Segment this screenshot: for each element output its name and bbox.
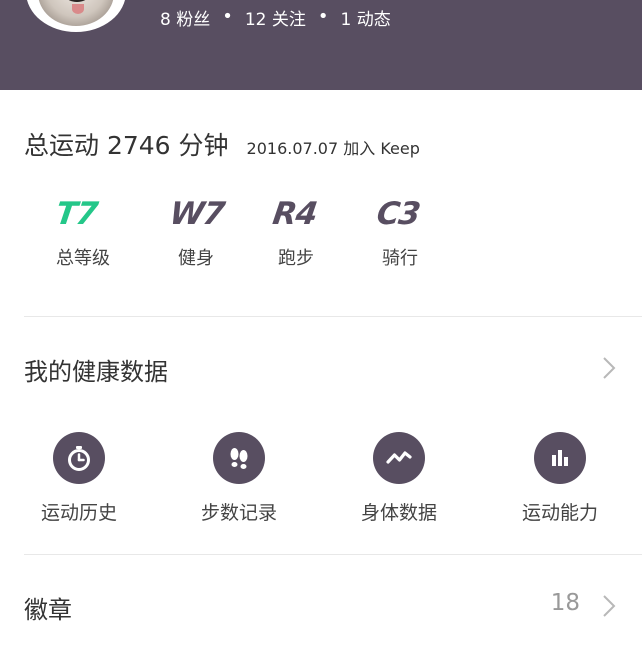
level-name: 骑行: [382, 248, 418, 269]
level-code: R4: [270, 196, 319, 232]
level-name: 跑步: [278, 248, 314, 269]
posts-count[interactable]: 1 动态: [341, 5, 391, 30]
level-total[interactable]: T7 总等级: [40, 194, 144, 270]
bar-chart-icon: [534, 432, 586, 484]
divider: [24, 316, 642, 317]
health-item-label: 运动历史: [40, 502, 117, 524]
profile-header: 8 粉丝 • 12 关注 • 1 动态: [0, 0, 642, 90]
health-item-label: 步数记录: [200, 502, 277, 524]
stopwatch-icon: [53, 432, 105, 484]
stats-separator: •: [222, 6, 233, 27]
level-cycling[interactable]: C3 骑行: [351, 194, 455, 270]
health-data-grid: 运动历史 步数记录 身体数据 运动能力: [24, 432, 642, 532]
badges-title[interactable]: 徽章: [24, 590, 72, 625]
footprints-icon: [213, 432, 265, 484]
chevron-right-icon[interactable]: [602, 356, 616, 380]
level-list: T7 总等级 W7 健身 R4 跑步 C3 骑行: [40, 194, 455, 270]
profile-stats: 8 粉丝 • 12 关注 • 1 动态: [160, 4, 391, 30]
chevron-right-icon[interactable]: [602, 594, 616, 618]
exercise-summary: 总运动 2746 分钟 2016.07.07 加入 Keep: [24, 126, 420, 162]
health-item-exercise-ability[interactable]: 运动能力: [505, 432, 615, 525]
total-exercise-time: 总运动 2746 分钟: [24, 131, 229, 160]
level-name: 总等级: [56, 248, 110, 269]
divider: [24, 554, 642, 555]
level-code: W7: [167, 196, 227, 232]
stats-separator: •: [317, 6, 329, 27]
join-date: 2016.07.07 加入 Keep: [246, 139, 420, 158]
followers-count[interactable]: 8 粉丝: [160, 5, 210, 30]
following-count[interactable]: 12 关注: [245, 5, 306, 30]
health-item-step-records[interactable]: 步数记录: [184, 432, 294, 525]
health-item-body-data[interactable]: 身体数据: [344, 432, 454, 525]
health-item-exercise-history[interactable]: 运动历史: [24, 432, 134, 525]
avatar-dog-tongue: [72, 4, 84, 14]
level-running[interactable]: R4 跑步: [247, 194, 351, 270]
level-fitness[interactable]: W7 健身: [144, 194, 247, 270]
level-code: T7: [53, 196, 100, 232]
level-code: C3: [374, 196, 422, 232]
health-item-label: 运动能力: [521, 502, 598, 524]
health-data-title[interactable]: 我的健康数据: [24, 352, 168, 387]
badge-count: 18: [550, 590, 580, 616]
trend-line-icon: [373, 432, 425, 484]
level-name: 健身: [178, 248, 214, 269]
health-item-label: 身体数据: [360, 502, 437, 524]
avatar[interactable]: [26, 0, 126, 32]
